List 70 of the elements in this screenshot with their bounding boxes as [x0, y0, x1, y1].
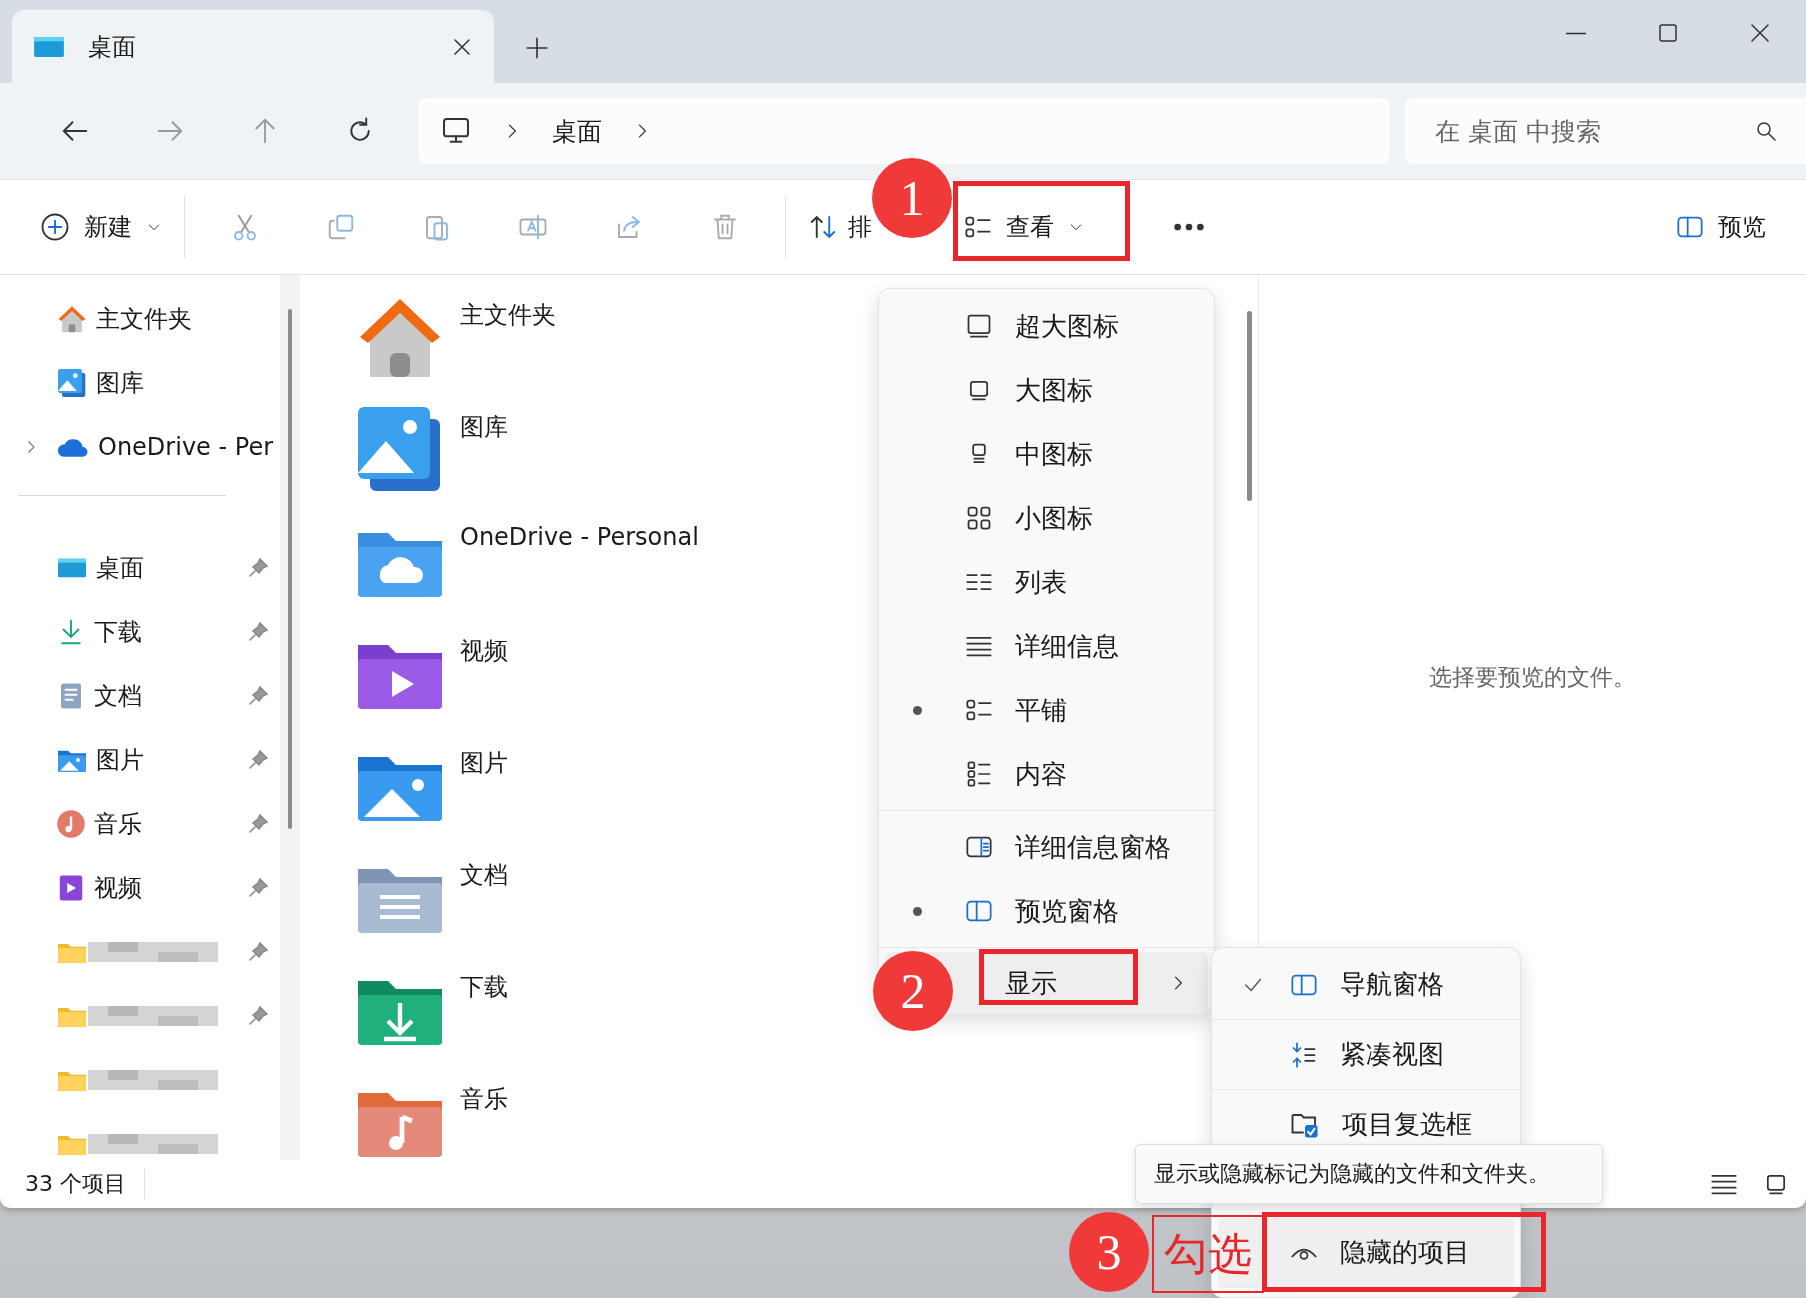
file-item[interactable]: 图片	[352, 737, 508, 849]
file-item[interactable]: 文档	[352, 849, 508, 961]
menu-item[interactable]: 详细信息	[879, 614, 1214, 678]
preview-button[interactable]: 预览	[1666, 195, 1776, 259]
sort-button[interactable]: 排	[798, 195, 872, 259]
menu-item[interactable]: 预览窗格	[879, 879, 1214, 943]
search-field[interactable]: 在 桌面 中搜索	[1433, 115, 1754, 147]
sidebar-item[interactable]: 主文件夹	[0, 291, 280, 347]
menu-item[interactable]: 中图标	[879, 422, 1214, 486]
search-box[interactable]: 在 桌面 中搜索	[1405, 98, 1806, 164]
gallery-icon	[56, 367, 88, 399]
menu-item[interactable]: 平铺	[879, 678, 1214, 742]
sidebar-item[interactable]: 下载	[0, 604, 280, 660]
pin-icon	[246, 940, 270, 964]
annotation-note: 勾选	[1152, 1215, 1264, 1293]
pin-icon	[246, 748, 270, 772]
menu-item[interactable]: 小图标	[879, 486, 1214, 550]
search-icon	[1754, 119, 1778, 143]
plus-icon	[524, 35, 550, 61]
file-item[interactable]: 下载	[352, 961, 508, 1073]
breadcrumb[interactable]: 桌面	[551, 114, 602, 148]
copy-icon	[326, 212, 356, 242]
rename-icon	[518, 212, 548, 242]
sidebar-item[interactable]: 视频	[0, 860, 280, 916]
file-item[interactable]: 视频	[352, 625, 508, 737]
item-count: 33 个项目	[25, 1169, 145, 1199]
close-icon	[1748, 21, 1772, 45]
menu-item[interactable]: 大图标	[879, 358, 1214, 422]
pin-icon	[246, 1004, 270, 1028]
plus-circle-icon	[40, 212, 70, 242]
minimize-icon	[1566, 31, 1586, 35]
sidebar-item[interactable]: 图库	[0, 355, 280, 411]
file-item[interactable]: 主文件夹	[352, 289, 556, 401]
tab-title: 桌面	[88, 31, 137, 63]
menu-item[interactable]: 列表	[879, 550, 1214, 614]
maximize-icon	[1656, 21, 1680, 45]
menu-item[interactable]: 导航窗格	[1212, 950, 1520, 1020]
pin-icon	[246, 620, 270, 644]
pin-icon	[246, 812, 270, 836]
file-item[interactable]: 音乐	[352, 1073, 508, 1160]
pin-icon	[246, 556, 270, 580]
step-badge: 3	[1069, 1212, 1149, 1292]
content-icon	[965, 760, 993, 788]
sidebar-item[interactable]: 文档	[0, 668, 280, 724]
preview-message: 选择要预览的文件。	[1429, 663, 1636, 692]
file-item[interactable]: OneDrive - Personal	[352, 513, 699, 625]
file-item[interactable]: 图库	[352, 401, 508, 513]
sidebar-item[interactable]: 桌面	[0, 540, 280, 596]
more-icon	[1172, 221, 1206, 233]
menu-item[interactable]: 紧凑视图	[1212, 1020, 1520, 1090]
view-button[interactable]: 查看	[954, 199, 1094, 255]
sidebar-item[interactable]: OneDrive - Per	[0, 419, 280, 475]
new-button[interactable]: 新建	[30, 195, 172, 259]
grid-icon	[965, 504, 993, 532]
large-square-icon	[965, 312, 993, 340]
tooltip: 显示或隐藏标记为隐藏的文件和文件夹。	[1135, 1144, 1603, 1204]
music-icon	[56, 809, 86, 839]
menu-item[interactable]: 内容	[879, 742, 1214, 806]
new-tab-button[interactable]	[524, 35, 550, 61]
pin-icon	[246, 876, 270, 900]
tab[interactable]: 桌面	[12, 10, 494, 83]
menu-item[interactable]: 详细信息窗格	[879, 815, 1214, 879]
compact-icon	[1290, 1040, 1318, 1069]
sidebar-item[interactable]: 音乐	[0, 796, 280, 852]
pin-icon	[246, 684, 270, 708]
address-bar[interactable]: 桌面	[417, 98, 1390, 164]
menu-item[interactable]: 超大图标	[879, 294, 1214, 358]
scrollbar-thumb[interactable]	[288, 309, 292, 829]
sidebar-item[interactable]: 图片	[0, 732, 280, 788]
scrollbar-thumb[interactable]	[1246, 311, 1252, 501]
